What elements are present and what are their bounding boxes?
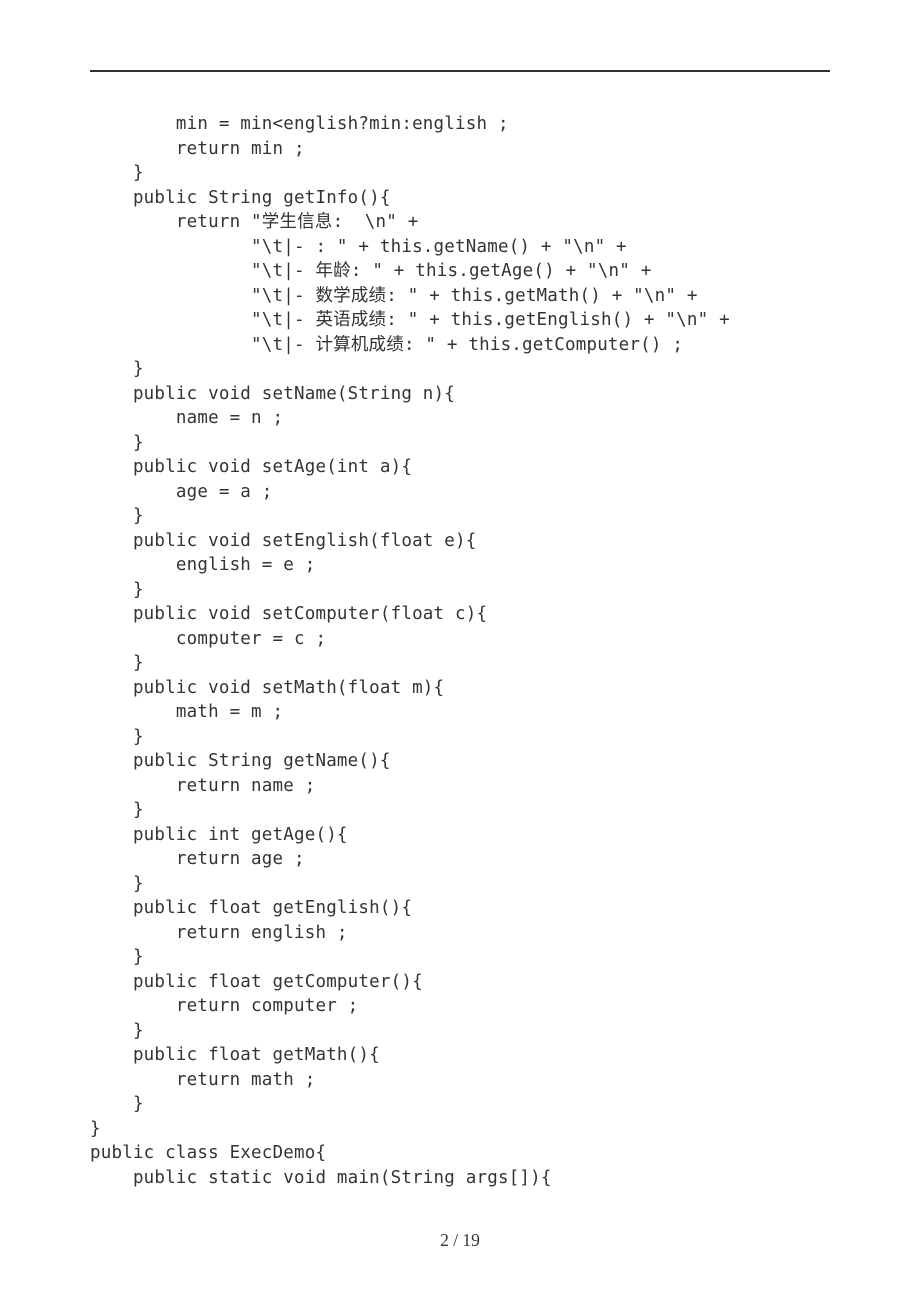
page-number: 2 / 19 — [0, 1228, 920, 1253]
document-page: min = min<english?min:english ; return m… — [0, 0, 920, 1302]
code-block: min = min<english?min:english ; return m… — [90, 112, 830, 1190]
top-rule — [90, 70, 830, 72]
